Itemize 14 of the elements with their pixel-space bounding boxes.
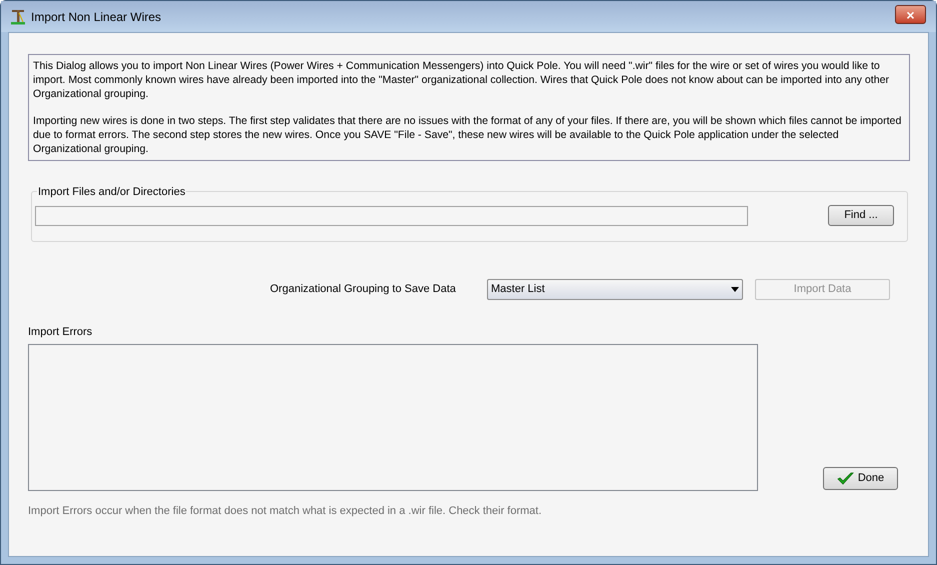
grouping-dropdown[interactable]: Master List [487, 279, 743, 300]
path-field[interactable] [35, 206, 748, 226]
pole-icon [10, 8, 26, 25]
errors-label: Import Errors [28, 325, 94, 340]
grouping-label: Organizational Grouping to Save Data [270, 282, 457, 298]
done-button[interactable]: Done [823, 466, 898, 490]
caret-icon [731, 287, 739, 292]
group-title: Import Files and/or Directories [37, 184, 186, 200]
errors-note: Import Errors occur when the file format does not match what is expected in a .wir file. Check their format. [28, 504, 543, 518]
check-icon [836, 472, 854, 484]
window-title: Import Non Linear Wires [31, 8, 162, 26]
info-paragraph: Importing new wires is done in two steps. The first step validates that there are no issues with the format of any of your files. If there are, you will be shown which files cannot be imported due to format errors. The second step stores the new wires. Once you SAVE "File - Save", these new wires will be available to the Quick Pole application under the selected Organizational grouping. [33, 114, 902, 156]
info-paragraph: This Dialog allows you to import Non Linear Wires (Power Wires + Communication Messengers) into Quick Pole. You will need ".wir" files for the wire or set of wires you would like to import. Most commonly known wires have already been imported into the "Master" organizational collection. Wires that Quick Pole does not know about can be imported into any other Organizational grouping. [33, 59, 890, 101]
find-button[interactable]: Find ... [828, 205, 894, 226]
